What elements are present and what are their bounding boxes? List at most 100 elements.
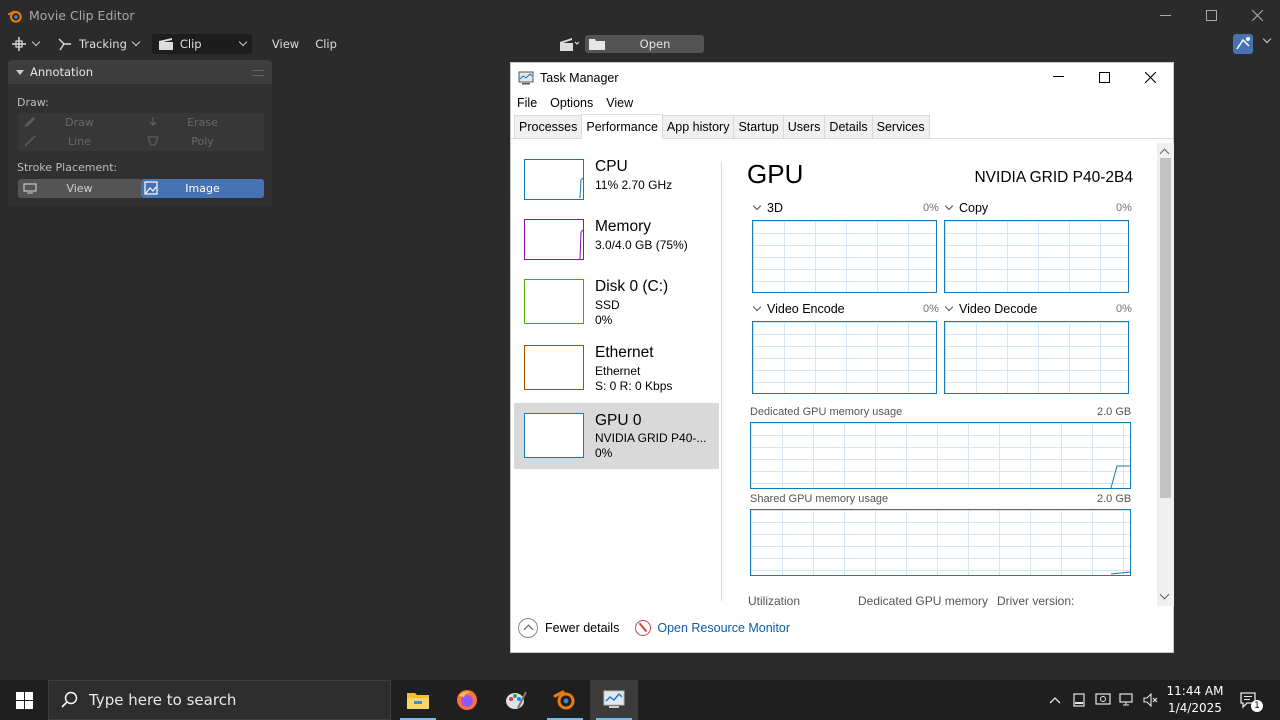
tab-performance[interactable]: Performance: [581, 114, 663, 139]
tab-startup[interactable]: Startup: [733, 115, 784, 138]
dedicated-memory-graph: [750, 422, 1131, 489]
minimize-button[interactable]: [1142, 0, 1188, 31]
resource-gpu[interactable]: GPU 0 NVIDIA GRID P40-... 0%: [514, 403, 719, 469]
crosshair-icon: [12, 37, 26, 51]
clip-icon[interactable]: [558, 36, 580, 52]
erase-tool-button[interactable]: Erase: [141, 113, 264, 132]
engine-copy-value: 0%: [1116, 202, 1132, 214]
engine-copy-graph: [944, 220, 1129, 293]
blender-titlebar: Movie Clip Editor: [0, 0, 1280, 31]
engine-video-encode-selector[interactable]: Video Encode: [752, 302, 845, 316]
draw-tool-button[interactable]: Draw: [18, 113, 141, 132]
gpu-heading: GPU: [747, 159, 804, 189]
taskbar-paint[interactable]: [492, 680, 540, 720]
notification-center-button[interactable]: 1: [1234, 680, 1264, 720]
tray-network-button[interactable]: [1116, 680, 1138, 720]
taskbar-firefox[interactable]: [443, 680, 491, 720]
maximize-icon: [1098, 71, 1110, 83]
search-placeholder: Type here to search: [89, 691, 237, 709]
editor-type-button[interactable]: [6, 33, 44, 55]
scroll-down-icon[interactable]: [1159, 589, 1170, 600]
tab-users[interactable]: Users: [782, 115, 826, 138]
resource-usage: 0%: [595, 313, 613, 327]
menu-file[interactable]: File: [517, 96, 537, 110]
resource-name: Ethernet: [595, 344, 654, 361]
drag-grip-icon[interactable]: [252, 70, 264, 76]
menu-view[interactable]: View: [264, 37, 307, 51]
gizmo-toggle-button[interactable]: [1233, 34, 1253, 54]
menu-view[interactable]: View: [606, 96, 633, 110]
resource-memory[interactable]: Memory 3.0/4.0 GB (75%): [514, 211, 719, 277]
tm-maximize-button[interactable]: [1081, 63, 1127, 91]
engine-video-decode-value: 0%: [1116, 303, 1132, 315]
tab-details[interactable]: Details: [824, 115, 873, 138]
resource-detail: NVIDIA GRID P40-...: [595, 431, 707, 445]
fewer-details-icon[interactable]: [518, 618, 538, 638]
engine-3d-selector[interactable]: 3D: [752, 201, 783, 215]
open-clip-button[interactable]: Open: [585, 35, 704, 53]
tab-services[interactable]: Services: [871, 115, 930, 138]
line-tool-button[interactable]: Line: [18, 132, 141, 151]
tray-tablet-button[interactable]: [1068, 680, 1090, 720]
resource-name: Memory: [595, 218, 651, 235]
tab-app-history[interactable]: App history: [661, 115, 735, 138]
engine-video-decode-selector[interactable]: Video Decode: [944, 302, 1037, 316]
maximize-button[interactable]: [1188, 0, 1234, 31]
shared-memory-line: [1110, 571, 1131, 575]
tm-close-button[interactable]: [1127, 63, 1173, 91]
task-manager-titlebar[interactable]: Task Manager: [511, 63, 1173, 92]
taskbar: Type here to search 11:44 AM 1/4/2025 1: [0, 680, 1280, 720]
chevron-down-icon: [944, 201, 954, 211]
resource-name: CPU: [595, 158, 628, 175]
resource-cpu[interactable]: CPU 11% 2.70 GHz: [514, 151, 719, 217]
tab-processes[interactable]: Processes: [514, 115, 583, 138]
shared-memory-label: Shared GPU memory usage: [750, 493, 889, 505]
scroll-thumb[interactable]: [1160, 158, 1171, 498]
mode-dropdown[interactable]: Tracking: [52, 33, 144, 55]
engine-video-encode-value: 0%: [923, 303, 939, 315]
blender-icon: [553, 690, 575, 710]
minimize-icon: [1052, 76, 1064, 77]
resource-ethernet[interactable]: Ethernet Ethernet S: 0 R: 0 Kbps: [514, 337, 719, 403]
close-icon: [1251, 10, 1263, 21]
resource-detail: 3.0/4.0 GB (75%): [595, 238, 688, 252]
gpu-model: NVIDIA GRID P40-2B4: [974, 169, 1133, 186]
engine-copy-selector[interactable]: Copy: [944, 201, 988, 215]
tm-minimize-button[interactable]: [1035, 63, 1081, 91]
clock-date: 1/4/2025: [1168, 701, 1222, 715]
close-button[interactable]: [1234, 0, 1280, 31]
menu-clip[interactable]: Clip: [307, 37, 345, 51]
taskbar-task-manager[interactable]: [590, 680, 638, 720]
resource-monitor-icon: [635, 620, 652, 636]
open-resource-monitor-link[interactable]: Open Resource Monitor: [657, 621, 790, 635]
resource-usage: 0%: [595, 446, 613, 460]
notification-count-badge: 1: [1251, 700, 1263, 712]
taskbar-clock[interactable]: 11:44 AM 1/4/2025: [1166, 683, 1224, 717]
windows-logo-icon: [15, 691, 33, 709]
detail-scrollbar[interactable]: [1157, 143, 1174, 606]
shared-memory-max: 2.0 GB: [1097, 493, 1132, 505]
view-dropdown[interactable]: Clip: [151, 34, 252, 54]
tray-remote-button[interactable]: [1092, 680, 1114, 720]
fewer-details-link[interactable]: Fewer details: [545, 621, 619, 635]
task-manager-title: Task Manager: [540, 70, 619, 85]
shared-memory-graph: [750, 509, 1131, 576]
clock-time: 11:44 AM: [1166, 684, 1224, 698]
pane-divider[interactable]: [721, 161, 722, 601]
taskbar-file-explorer[interactable]: [394, 680, 442, 720]
menu-options[interactable]: Options: [550, 96, 593, 110]
resource-disk[interactable]: Disk 0 (C:) SSD 0%: [514, 271, 719, 337]
taskbar-search[interactable]: Type here to search: [48, 680, 391, 720]
tray-volume-button[interactable]: [1140, 680, 1162, 720]
scroll-up-icon[interactable]: [1159, 148, 1170, 159]
cpu-mini-graph: [524, 159, 584, 200]
start-button[interactable]: [0, 680, 48, 720]
placement-view-button[interactable]: View: [18, 179, 141, 198]
poly-tool-button[interactable]: Poly: [141, 132, 264, 151]
placement-image-button[interactable]: Image: [141, 179, 264, 198]
dedicated-memory-max: 2.0 GB: [1097, 406, 1132, 418]
view-dropdown-label: Clip: [179, 37, 202, 51]
show-hidden-icons-button[interactable]: [1044, 680, 1066, 720]
taskbar-blender[interactable]: [541, 680, 589, 720]
annotation-panel-header[interactable]: Annotation: [8, 60, 272, 84]
